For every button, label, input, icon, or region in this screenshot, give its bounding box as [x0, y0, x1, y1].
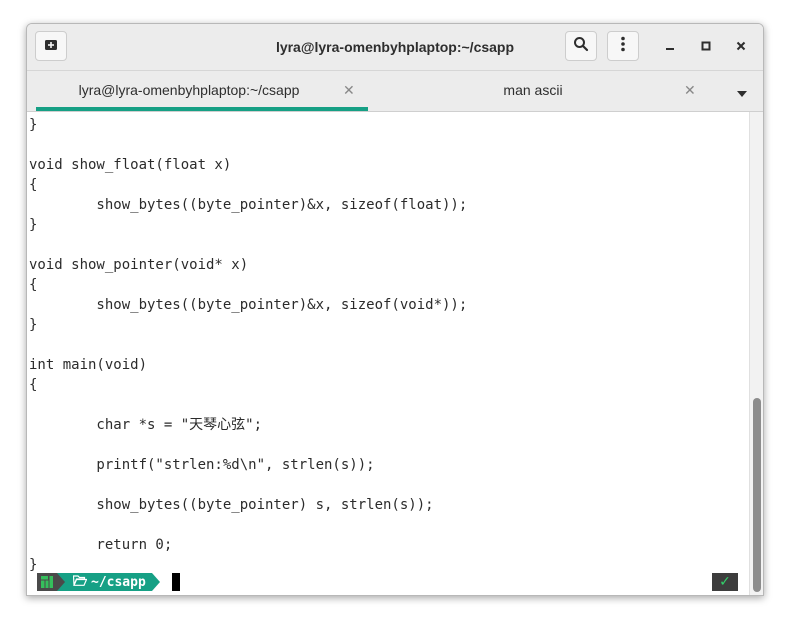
code-line: char *s = "天琴心弦";	[29, 417, 263, 433]
code-line: return 0;	[29, 537, 173, 553]
code-line: }	[29, 317, 38, 333]
folder-open-icon	[72, 574, 88, 590]
manjaro-logo-icon	[41, 573, 53, 592]
tab-close-icon[interactable]: ✕	[684, 82, 696, 99]
kebab-menu-icon	[620, 36, 626, 56]
new-tab-icon	[44, 37, 58, 56]
code-line: show_bytes((byte_pointer) s, strlen(s));	[29, 497, 434, 513]
search-icon	[573, 36, 589, 56]
maximize-button[interactable]	[695, 36, 717, 58]
code-line: {	[29, 277, 38, 293]
prompt-distro-segment	[37, 573, 57, 591]
scrollbar-thumb[interactable]	[753, 398, 761, 592]
prompt-separator	[151, 573, 160, 591]
terminal-window: lyra@lyra-omenbyhplaptop:~/csapp lyra@ly…	[26, 23, 764, 596]
code-line: printf("strlen:%d\n", strlen(s));	[29, 457, 375, 473]
code-line: }	[29, 117, 38, 133]
code-line: show_bytes((byte_pointer)&x, sizeof(floa…	[29, 197, 468, 213]
checkmark-icon: ✓	[719, 574, 731, 590]
code-line: void show_pointer(void* x)	[29, 257, 249, 273]
shell-prompt: ~/csapp	[37, 573, 180, 591]
search-button[interactable]	[565, 31, 597, 61]
code-line: void show_float(float x)	[29, 157, 232, 173]
code-line: show_bytes((byte_pointer)&x, sizeof(void…	[29, 297, 468, 313]
maximize-icon	[701, 40, 711, 55]
vertical-scrollbar[interactable]	[749, 112, 763, 595]
tab-csapp[interactable]: lyra@lyra-omenbyhplaptop:~/csapp ✕	[36, 71, 368, 111]
code-line: {	[29, 377, 38, 393]
new-tab-button[interactable]	[35, 31, 67, 61]
terminal-output[interactable]: } void show_float(float x) { show_bytes(…	[27, 112, 749, 595]
tab-label: man ascii	[503, 82, 563, 98]
window-title: lyra@lyra-omenbyhplaptop:~/csapp	[275, 39, 515, 55]
title-bar: lyra@lyra-omenbyhplaptop:~/csapp	[27, 24, 763, 71]
tab-man-ascii[interactable]: man ascii ✕	[368, 71, 698, 111]
close-button[interactable]	[730, 36, 752, 58]
tab-close-icon[interactable]: ✕	[343, 82, 355, 99]
code-line: }	[29, 557, 38, 573]
tab-bar: lyra@lyra-omenbyhplaptop:~/csapp ✕ man a…	[27, 71, 763, 112]
code-line: {	[29, 177, 38, 193]
code-line: }	[29, 217, 38, 233]
exit-status-badge: ✓	[712, 573, 738, 591]
text-cursor	[171, 573, 180, 591]
prompt-separator	[57, 573, 65, 591]
tab-label: lyra@lyra-omenbyhplaptop:~/csapp	[78, 82, 300, 98]
chevron-down-icon	[736, 83, 748, 102]
minimize-button[interactable]	[659, 36, 681, 58]
prompt-directory-text: ~/csapp	[91, 574, 146, 590]
code-line: int main(void)	[29, 357, 148, 373]
menu-button[interactable]	[607, 31, 639, 61]
source-code-listing: } void show_float(float x) { show_bytes(…	[29, 115, 467, 575]
close-icon	[736, 40, 746, 55]
tab-list-dropdown[interactable]	[727, 81, 757, 103]
minimize-icon	[665, 40, 675, 55]
prompt-directory-segment: ~/csapp	[65, 573, 152, 591]
